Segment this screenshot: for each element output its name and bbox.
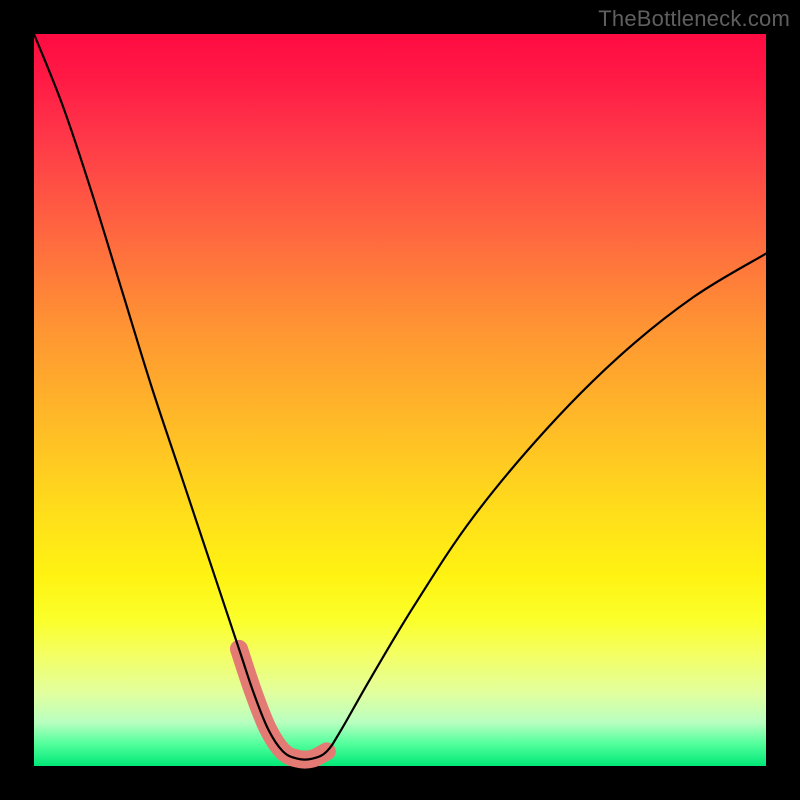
chart-frame: TheBottleneck.com	[0, 0, 800, 800]
bottleneck-curve	[34, 34, 766, 760]
watermark-text: TheBottleneck.com	[598, 6, 790, 32]
highlight-segment	[239, 649, 327, 760]
plot-area	[34, 34, 766, 766]
chart-svg	[34, 34, 766, 766]
